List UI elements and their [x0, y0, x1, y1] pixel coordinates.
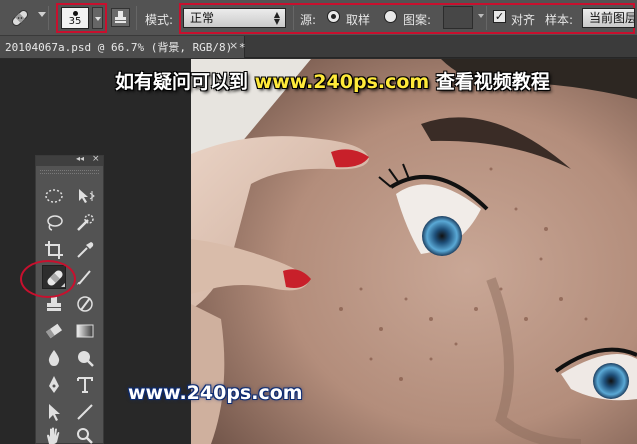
collapse-panel-icon[interactable]: ◂◂: [76, 154, 84, 163]
zoom-tool-icon[interactable]: [73, 424, 97, 444]
pattern-label: 图案:: [403, 13, 432, 27]
select-arrows-icon: ▲ ▼: [273, 10, 280, 26]
mode-value: 正常: [190, 11, 215, 25]
type-tool-icon[interactable]: [73, 373, 97, 397]
hand-tool-icon[interactable]: [42, 424, 66, 444]
tool-preset-dropdown-icon[interactable]: [38, 12, 46, 17]
dodge-tool-icon[interactable]: [73, 346, 97, 370]
tools-panel: ◂◂ ×: [35, 154, 104, 444]
pattern-swatch[interactable]: [443, 6, 473, 29]
brush-dropdown-button[interactable]: [92, 7, 103, 29]
pattern-radio[interactable]: [384, 10, 397, 23]
document-title: 20104067a.psd @ 66.7% (背景, RGB/8) *: [5, 41, 246, 54]
separator: [293, 6, 294, 30]
crop-tool-icon[interactable]: [42, 238, 66, 262]
gradient-tool-icon[interactable]: [73, 319, 97, 343]
separator: [48, 6, 49, 30]
brush-size-value: 35: [68, 16, 82, 27]
path-selection-tool-icon[interactable]: [42, 400, 66, 424]
panel-grip[interactable]: [40, 170, 99, 174]
blur-tool-icon[interactable]: [42, 346, 66, 370]
brush-preset-highlight: 35: [56, 3, 107, 33]
sample-label: 样本:: [545, 13, 574, 27]
mode-label: 模式:: [145, 13, 174, 27]
healing-tool-highlight: [20, 260, 76, 298]
pen-tool-icon[interactable]: [42, 373, 66, 397]
move-tool-icon[interactable]: [73, 184, 97, 208]
close-panel-icon[interactable]: ×: [92, 154, 100, 164]
quick-selection-tool-icon[interactable]: [73, 211, 97, 235]
watermark-suffix: 查看视频教程: [435, 71, 550, 93]
history-brush-tool-icon[interactable]: [73, 292, 97, 316]
brush-preset-picker[interactable]: 35: [61, 7, 89, 29]
separator: [486, 6, 487, 30]
sample-value: 当前图层: [589, 11, 635, 25]
sampled-radio[interactable]: [327, 10, 340, 23]
options-bar: 35 模式: 正常 ▲ ▼ 源: 取样 图案: ✓ 对齐 样本: 当前图层: [0, 0, 637, 36]
separator: [136, 6, 137, 30]
tutorial-watermark-top: 如有疑问可以到 www.240ps.com 查看视频教程: [115, 67, 550, 94]
aligned-label: 对齐: [511, 13, 536, 27]
line-tool-icon[interactable]: [73, 400, 97, 424]
eyedropper-tool-icon[interactable]: [73, 238, 97, 262]
tools-panel-header[interactable]: ◂◂ ×: [36, 154, 103, 166]
eraser-tool-icon[interactable]: [42, 319, 66, 343]
aligned-checkbox[interactable]: ✓: [493, 10, 506, 23]
tutorial-watermark-bottom: www.240ps.com: [128, 382, 303, 404]
source-label: 源:: [300, 13, 317, 27]
sampled-label: 取样: [346, 13, 371, 27]
document-tab[interactable]: 20104067a.psd @ 66.7% (背景, RGB/8) * ×: [0, 36, 246, 58]
clone-source-panel-button[interactable]: [111, 8, 130, 27]
brush-tool-icon[interactable]: [73, 265, 97, 289]
close-tab-icon[interactable]: ×: [229, 39, 238, 52]
watermark-prefix: 如有疑问可以到: [115, 71, 249, 93]
elliptical-marquee-tool-icon[interactable]: [42, 184, 66, 208]
document-tab-bar: 20104067a.psd @ 66.7% (背景, RGB/8) * ×: [0, 36, 637, 58]
lasso-tool-icon[interactable]: [42, 211, 66, 235]
sample-select[interactable]: 当前图层: [582, 8, 635, 28]
pattern-dropdown-icon[interactable]: [478, 14, 484, 18]
spot-healing-tool-icon[interactable]: [9, 7, 31, 29]
watermark-url: www.240ps.com: [254, 71, 430, 93]
mode-select[interactable]: 正常 ▲ ▼: [183, 8, 286, 28]
